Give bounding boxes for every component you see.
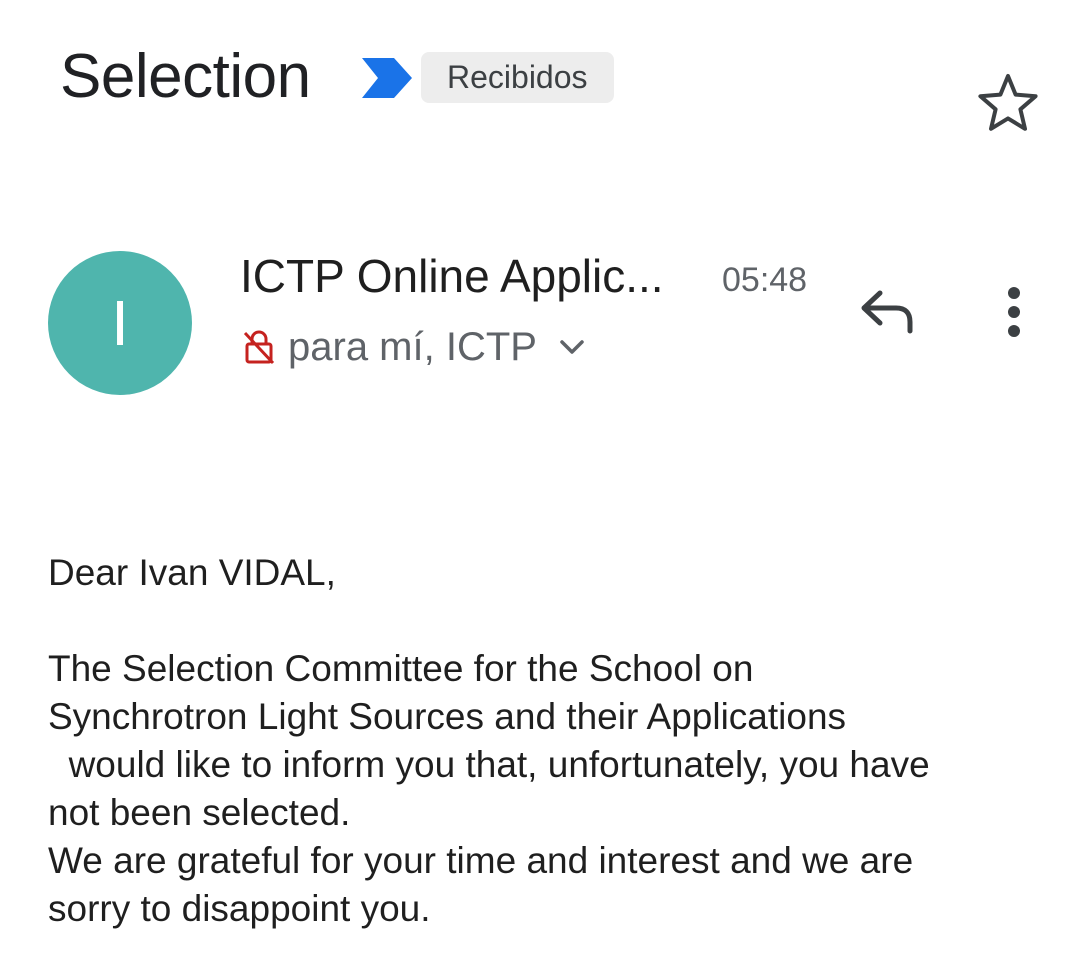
more-vert-icon: [1008, 287, 1020, 337]
message-body: Dear Ivan VIDAL, The Selection Committee…: [48, 549, 1048, 933]
body-line: sorry to disappoint you.: [48, 888, 431, 929]
recipient-row[interactable]: para mí, ICTP: [242, 322, 589, 372]
email-subject: Selection: [60, 42, 311, 111]
body-line: would like to inform you that, unfortuna…: [48, 744, 930, 785]
body-line: The Selection Committee for the School o…: [48, 648, 754, 689]
sender-avatar[interactable]: I: [48, 251, 192, 395]
body-line: Synchrotron Light Sources and their Appl…: [48, 696, 847, 737]
importance-marker-icon: [362, 58, 412, 98]
body-line: not been selected.: [48, 792, 351, 833]
star-icon: [978, 74, 1038, 131]
chevron-down-icon[interactable]: [555, 330, 589, 364]
sender-name[interactable]: ICTP Online Applic...: [240, 248, 664, 304]
message-time: 05:48: [722, 261, 808, 299]
recipients-text: para mí, ICTP: [288, 325, 537, 369]
body-line: We are grateful for your time and intere…: [48, 840, 914, 881]
label-chip-inbox[interactable]: Recibidos: [421, 52, 614, 103]
reply-button[interactable]: [852, 280, 924, 344]
unencrypted-lock-icon: [243, 330, 275, 365]
greeting-line: Dear Ivan VIDAL,: [48, 552, 336, 593]
star-button[interactable]: [974, 68, 1042, 136]
more-options-button[interactable]: [990, 280, 1038, 344]
reply-icon: [861, 290, 913, 334]
